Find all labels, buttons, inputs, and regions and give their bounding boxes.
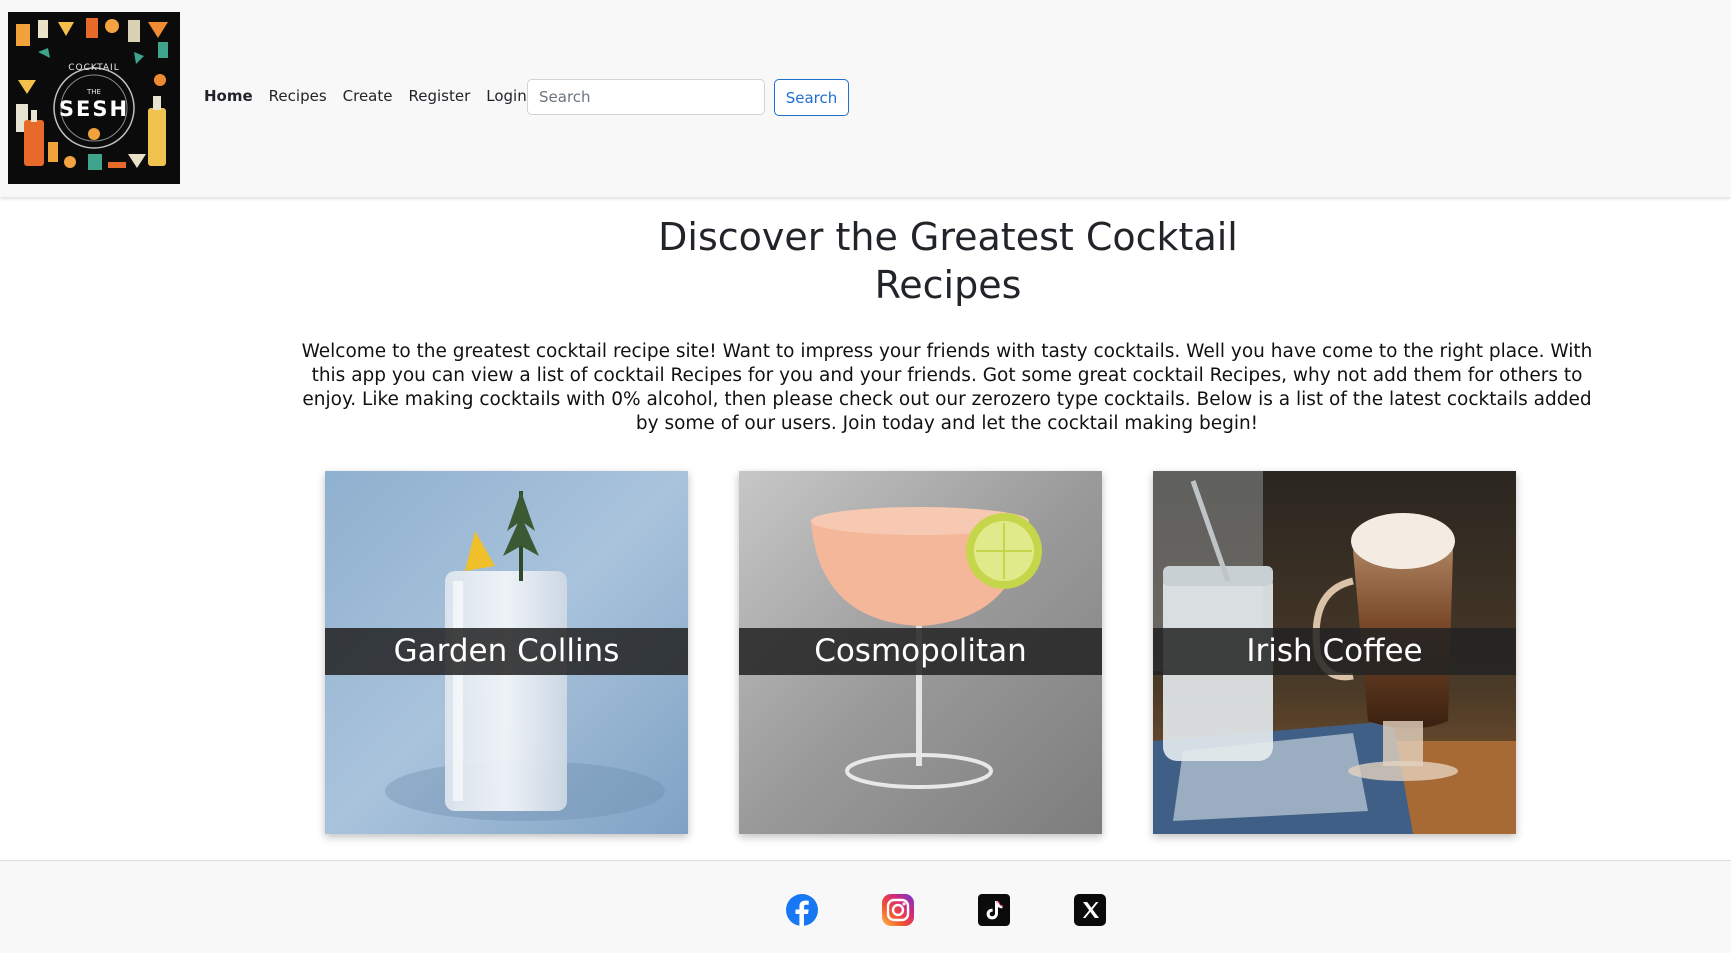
intro-text: Welcome to the greatest cocktail recipe …	[301, 341, 1593, 434]
cocktail-card-cosmopolitan[interactable]: Cosmopolitan	[739, 471, 1102, 834]
nav-register[interactable]: Register	[408, 87, 470, 105]
logo-small-text: THE	[86, 88, 101, 96]
nav-links: Home Recipes Create Register Login	[204, 87, 543, 105]
nav-recipes[interactable]: Recipes	[269, 87, 327, 105]
nav-login[interactable]: Login	[486, 87, 526, 105]
x-icon[interactable]	[1073, 893, 1107, 927]
logo-big-text: SESH	[59, 97, 129, 121]
facebook-icon[interactable]	[785, 893, 819, 927]
logo-arc-text: COCKTAIL	[68, 63, 119, 73]
navbar: COCKTAIL THE SESH Home Recipes Create Re…	[0, 0, 1731, 197]
search-button[interactable]: Search	[774, 79, 849, 116]
card-title: Garden Collins	[393, 633, 620, 669]
cocktail-card-irish-coffee[interactable]: Irish Coffee	[1153, 471, 1516, 834]
instagram-icon[interactable]	[881, 893, 915, 927]
card-title: Irish Coffee	[1246, 633, 1423, 669]
tiktok-icon[interactable]	[977, 893, 1011, 927]
page-title-line2: Recipes	[874, 263, 1022, 307]
search-input[interactable]	[527, 79, 765, 115]
nav-home[interactable]: Home	[204, 87, 253, 105]
site-logo[interactable]: COCKTAIL THE SESH	[8, 12, 180, 184]
page-title-line1: Discover the Greatest Cocktail	[658, 215, 1238, 259]
nav-create[interactable]: Create	[343, 87, 393, 105]
cocktail-card-garden-collins[interactable]: Garden Collins	[325, 471, 688, 834]
card-title: Cosmopolitan	[814, 633, 1027, 669]
page-title: Discover the Greatest Cocktail Recipes	[600, 213, 1296, 309]
footer	[0, 860, 1731, 953]
